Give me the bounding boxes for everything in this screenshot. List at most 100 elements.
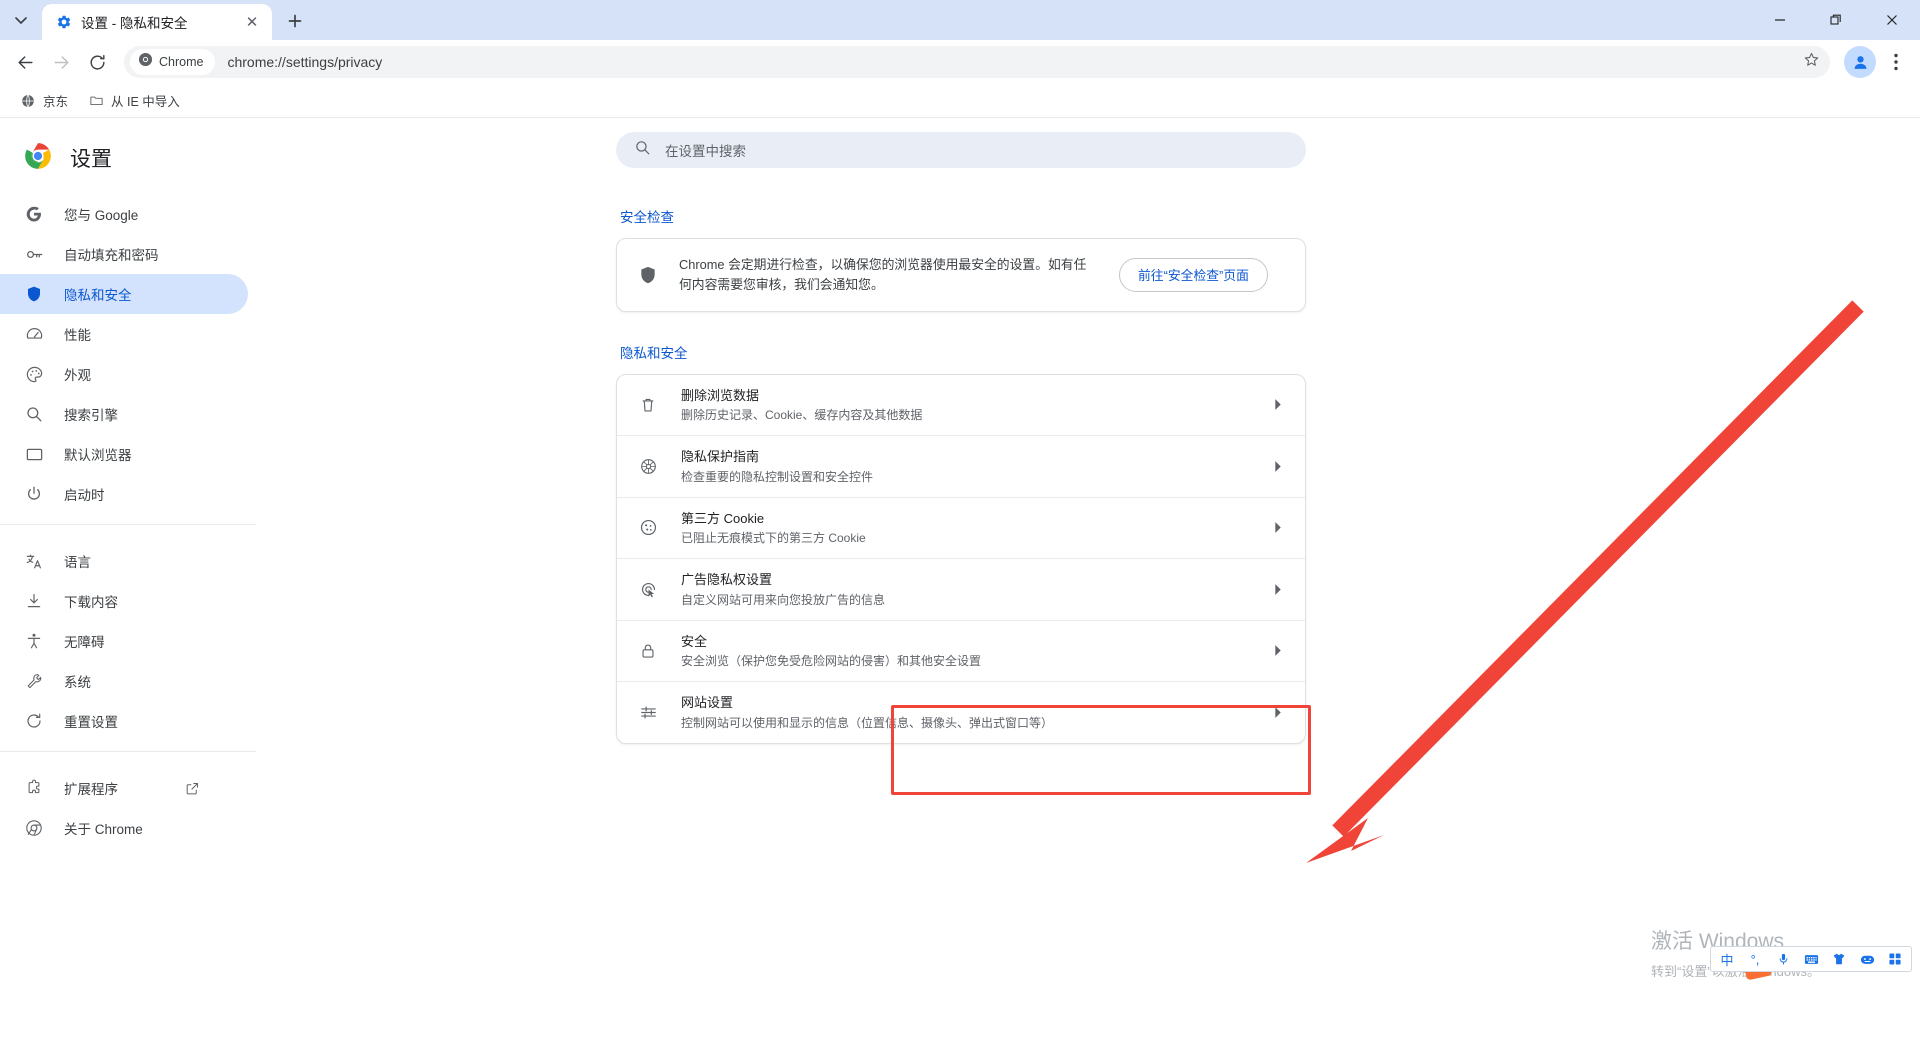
shield-icon (637, 265, 659, 285)
chevron-right-icon[interactable] (1269, 460, 1285, 473)
section-title-safety-check: 安全检查 (620, 210, 674, 225)
row-title: 删除浏览数据 (681, 387, 760, 403)
settings-content: 安全检查 Chrome 会定期进行检查，以确保您的浏览器使用最安全的设置。如有任… (616, 206, 1306, 744)
shield-icon (24, 284, 44, 304)
sidebar-item-you-and-google[interactable]: 您与 Google (0, 194, 248, 234)
page-title: 设置 (70, 148, 112, 171)
list-item-third-party-cookies[interactable]: 第三方 Cookie 已阻止无痕模式下的第三方 Cookie (617, 498, 1305, 560)
plus-icon (288, 14, 302, 28)
chevron-right-icon[interactable] (1269, 398, 1285, 411)
forward-button[interactable] (44, 45, 78, 79)
row-title: 广告隐私权设置 (681, 572, 773, 588)
sidebar-item-label: 默认浏览器 (64, 448, 132, 463)
address-bar[interactable]: Chrome chrome://settings/privacy (124, 46, 1830, 78)
origin-chip[interactable]: Chrome (130, 49, 216, 75)
tune-icon (637, 703, 659, 722)
tab-strip: 设置 - 隐私和安全 ✕ (0, 0, 1920, 40)
sidebar-item-search-engine[interactable]: 搜索引擎 (0, 394, 248, 434)
minimize-button[interactable] (1752, 0, 1808, 40)
keyboard-icon[interactable] (1802, 950, 1820, 968)
row-title: 网站设置 (681, 695, 734, 711)
external-link-icon[interactable] (185, 781, 224, 796)
skin-icon[interactable] (1830, 950, 1848, 968)
origin-chip-label: Chrome (159, 55, 204, 69)
reload-button[interactable] (80, 45, 114, 79)
chevron-right-icon[interactable] (1269, 521, 1285, 534)
row-text: 广告隐私权设置 自定义网站可用来向您投放广告的信息 (681, 570, 1247, 609)
privacy-settings-list: 删除浏览数据 删除历史记录、Cookie、缓存内容及其他数据 隐私保护指南 检查… (616, 373, 1306, 744)
sidebar-item-about-chrome[interactable]: 关于 Chrome (0, 808, 248, 848)
section-title-privacy-security: 隐私和安全 (620, 345, 688, 361)
cookie-icon (637, 518, 659, 537)
punctuation-icon[interactable]: °, (1746, 950, 1764, 968)
chinese-input-icon[interactable]: 中 (1718, 950, 1736, 968)
palette-icon (24, 364, 44, 384)
sidebar-item-on-startup[interactable]: 启动时 (0, 474, 248, 514)
sidebar-item-label: 隐私和安全 (64, 288, 132, 303)
sidebar-item-downloads[interactable]: 下载内容 (0, 581, 248, 621)
chrome-menu-button[interactable] (1880, 45, 1912, 79)
chrome-logo (24, 142, 52, 175)
bookmark-item-jd[interactable]: 京东 (12, 87, 76, 114)
search-input[interactable]: 在设置中搜索 (616, 132, 1306, 168)
close-button[interactable] (1864, 0, 1920, 40)
chevron-right-icon[interactable] (1269, 706, 1285, 719)
list-item-delete-browsing-data[interactable]: 删除浏览数据 删除历史记录、Cookie、缓存内容及其他数据 (617, 375, 1305, 437)
sidebar-item-label: 扩展程序 (64, 782, 118, 797)
safety-check-description: Chrome 会定期进行检查，以确保您的浏览器使用最安全的设置。如有任何内容需要… (679, 257, 1087, 292)
close-icon (1887, 15, 1897, 25)
sidebar-item-privacy-security[interactable]: 隐私和安全 (0, 274, 248, 314)
settings-header: 设置 (0, 128, 256, 188)
sidebar-item-label: 下载内容 (64, 595, 118, 610)
back-button[interactable] (8, 45, 42, 79)
globe-icon (20, 93, 36, 109)
wrench-icon (24, 671, 44, 691)
sidebar-group-secondary: 语言 下载内容 无障碍 系统 重置设置 (0, 535, 256, 741)
settings-sidebar: 设置 您与 Google 自动填充和密码 隐私和安全 性能 外观 搜索引擎 默认… (0, 118, 256, 1040)
row-text: 网站设置 控制网站可以使用和显示的信息（位置信息、摄像头、弹出式窗口等） (681, 693, 1247, 732)
toolbox-icon[interactable] (1886, 950, 1904, 968)
tab-search-button[interactable] (4, 3, 38, 37)
list-item-security[interactable]: 安全 安全浏览（保护您免受危险网站的侵害）和其他安全设置 (617, 621, 1305, 683)
bookmark-star-icon[interactable] (1803, 51, 1820, 73)
sidebar-item-accessibility[interactable]: 无障碍 (0, 621, 248, 661)
sidebar-item-appearance[interactable]: 外观 (0, 354, 248, 394)
new-tab-button[interactable] (280, 6, 310, 36)
maximize-button[interactable] (1808, 0, 1864, 40)
chevron-down-icon (15, 17, 27, 24)
list-item-ad-privacy[interactable]: 广告隐私权设置 自定义网站可用来向您投放广告的信息 (617, 559, 1305, 621)
chevron-right-icon[interactable] (1269, 583, 1285, 596)
sidebar-item-reset-settings[interactable]: 重置设置 (0, 701, 248, 741)
sidebar-item-label: 性能 (64, 328, 91, 343)
tab-title: 设置 - 隐私和安全 (81, 16, 188, 31)
sidebar-item-extensions[interactable]: 扩展程序 (0, 768, 248, 808)
list-item-site-settings[interactable]: 网站设置 控制网站可以使用和显示的信息（位置信息、摄像头、弹出式窗口等） (617, 682, 1305, 743)
close-icon[interactable]: ✕ (242, 12, 262, 32)
row-text: 删除浏览数据 删除历史记录、Cookie、缓存内容及其他数据 (681, 386, 1247, 425)
browser-tab[interactable]: 设置 - 隐私和安全 ✕ (42, 4, 272, 40)
sidebar-item-default-browser[interactable]: 默认浏览器 (0, 434, 248, 474)
chevron-right-icon[interactable] (1269, 644, 1285, 657)
download-icon (24, 591, 44, 611)
microphone-icon[interactable] (1774, 950, 1792, 968)
row-subtitle: 自定义网站可用来向您投放广告的信息 (681, 592, 886, 607)
sidebar-item-performance[interactable]: 性能 (0, 314, 248, 354)
go-to-safety-check-button[interactable]: 前往“安全检查”页面 (1119, 257, 1268, 292)
minimize-icon (1775, 19, 1785, 21)
search-row: 在设置中搜索 (256, 132, 1920, 168)
sidebar-item-autofill-passwords[interactable]: 自动填充和密码 (0, 234, 248, 274)
power-icon (24, 484, 44, 504)
bookmark-folder-ie-import[interactable]: 从 IE 中导入 (80, 87, 188, 114)
bookmark-bar: 京东 从 IE 中导入 (0, 84, 1920, 118)
sidebar-item-label: 语言 (64, 555, 91, 570)
list-item-privacy-guide[interactable]: 隐私保护指南 检查重要的隐私控制设置和安全控件 (617, 436, 1305, 498)
bookmark-label: 京东 (43, 95, 69, 109)
emoji-icon[interactable] (1858, 950, 1876, 968)
translate-icon (24, 551, 44, 571)
sidebar-item-languages[interactable]: 语言 (0, 541, 248, 581)
row-text: 第三方 Cookie 已阻止无痕模式下的第三方 Cookie (681, 509, 1247, 548)
folder-icon (88, 93, 104, 109)
profile-avatar[interactable] (1844, 46, 1876, 78)
sidebar-item-system[interactable]: 系统 (0, 661, 248, 701)
row-subtitle: 安全浏览（保护您免受危险网站的侵害）和其他安全设置 (681, 654, 982, 669)
